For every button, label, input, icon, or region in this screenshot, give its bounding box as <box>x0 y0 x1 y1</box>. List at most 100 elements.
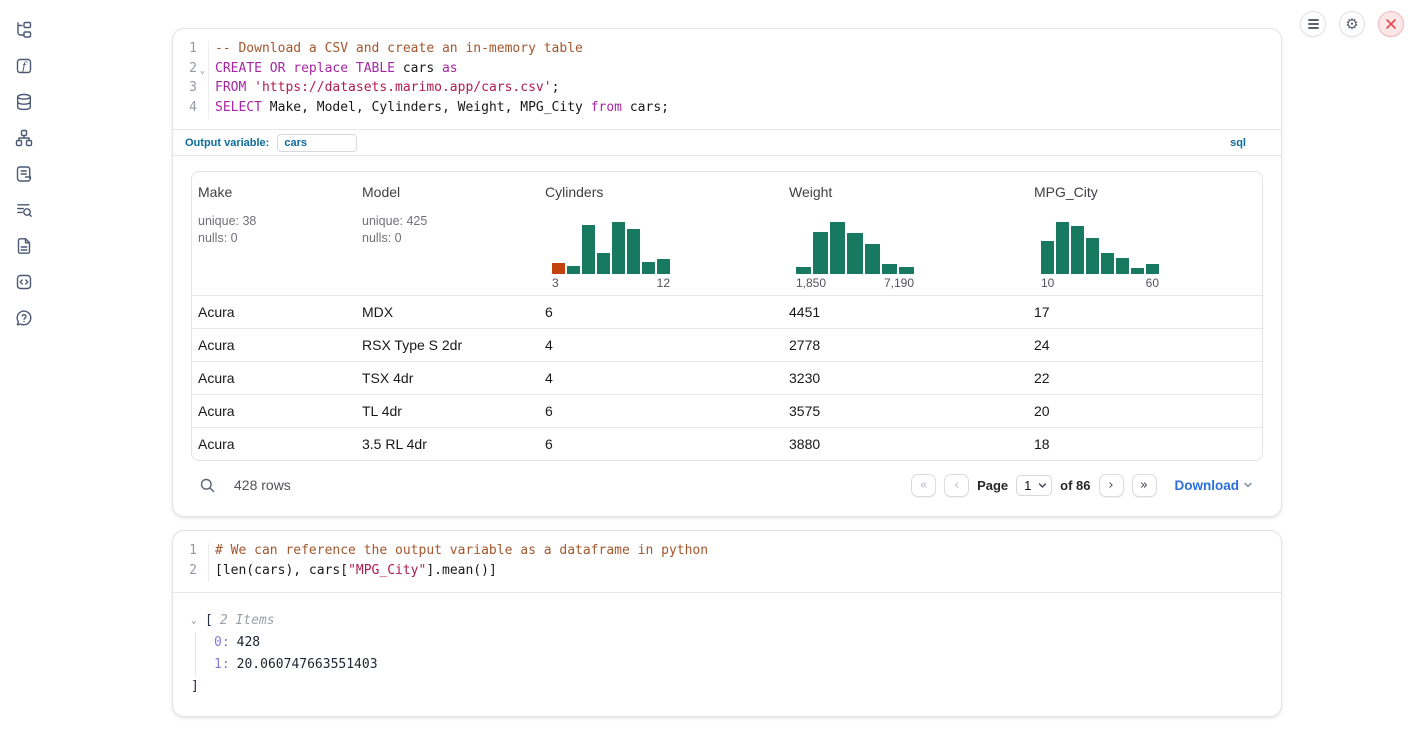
settings-button[interactable]: ⚙ <box>1339 11 1365 37</box>
code-token: ].mean()] <box>426 563 496 578</box>
text-search-icon <box>15 201 33 219</box>
code-line[interactable]: 1# We can reference the output variable … <box>173 543 1281 563</box>
column-stats: unique: 425 nulls: 0 <box>362 213 539 247</box>
column-header-make[interactable]: Make unique: 38 nulls: 0 <box>192 172 356 295</box>
output-variable-input[interactable] <box>277 134 357 152</box>
cell1-code-lines[interactable]: 1-- Download a CSV and create an in-memo… <box>173 29 1281 129</box>
histogram-mpg_city[interactable] <box>1041 222 1159 274</box>
function-icon: f <box>15 57 33 75</box>
histogram-weight[interactable] <box>796 222 914 274</box>
hist-min-label: 10 <box>1041 276 1054 290</box>
hist-bar <box>1101 253 1114 274</box>
code-line[interactable]: 1-- Download a CSV and create an in-memo… <box>173 41 1281 61</box>
download-button[interactable]: Download <box>1175 478 1254 493</box>
column-name: MPG_City <box>1034 184 1262 200</box>
table-cell: 4451 <box>783 304 1028 320</box>
chevron-down-icon <box>1243 480 1253 490</box>
panel-sidebar: f <box>0 0 48 729</box>
last-page-button[interactable]: » <box>1132 474 1157 497</box>
file-explorer-button[interactable] <box>12 18 36 42</box>
hist-bar <box>865 244 880 274</box>
table-cell: Acura <box>192 403 356 419</box>
documentation-button[interactable] <box>12 234 36 258</box>
histogram-cylinders[interactable] <box>552 222 670 274</box>
table-cell: 17 <box>1028 304 1262 320</box>
column-header-mpg-city[interactable]: MPG_City 10 60 <box>1028 172 1262 295</box>
hist-bar <box>567 266 580 274</box>
shutdown-button[interactable] <box>1378 11 1404 37</box>
column-header-model[interactable]: Model unique: 425 nulls: 0 <box>356 172 539 295</box>
hist-bar <box>1116 258 1129 274</box>
first-page-button[interactable]: « <box>911 474 936 497</box>
table-cell: 6 <box>539 403 783 419</box>
unique-count: unique: 38 <box>198 213 356 230</box>
column-header-weight[interactable]: Weight 1,850 7,190 <box>783 172 1028 295</box>
table-row[interactable]: AcuraTSX 4dr4323022 <box>192 361 1262 394</box>
tree-item-index: 0: <box>214 632 230 654</box>
cell2-code-lines[interactable]: 1# We can reference the output variable … <box>173 531 1281 592</box>
code-token: "MPG_City" <box>348 563 426 578</box>
code-line[interactable]: 2[len(cars), cars["MPG_City"].mean()] <box>173 563 1281 583</box>
hist-max-label: 12 <box>657 276 670 290</box>
line-number: 2 <box>187 61 197 76</box>
code-token: [len(cars), cars[ <box>215 563 348 578</box>
table-cell: 18 <box>1028 436 1262 452</box>
tree-root-row: ⌄ [ 2 Items <box>191 610 1281 632</box>
code-text: SELECT Make, Model, Cylinders, Weight, M… <box>215 100 669 115</box>
prev-page-button[interactable]: ‹ <box>944 474 969 497</box>
hist-bar <box>552 263 565 274</box>
hist-bar <box>1071 226 1084 274</box>
data-sources-button[interactable] <box>12 90 36 114</box>
hamburger-menu-icon <box>1308 19 1319 29</box>
outline-button[interactable] <box>12 162 36 186</box>
logs-button[interactable] <box>12 198 36 222</box>
code-token: SELECT <box>215 100 262 115</box>
table-cell: RSX Type S 2dr <box>356 337 539 353</box>
code-line[interactable]: 3FROM 'https://datasets.marimo.app/cars.… <box>173 80 1281 100</box>
table-row[interactable]: AcuraRSX Type S 2dr4277824 <box>192 328 1262 361</box>
code-line[interactable]: 2⌄ CREATE OR replace TABLE cars as <box>173 61 1281 81</box>
table-cell: 24 <box>1028 337 1262 353</box>
snippets-button[interactable] <box>12 270 36 294</box>
search-icon[interactable] <box>199 477 216 494</box>
pagination: « ‹ Page 1 of 86 › » <box>911 474 1156 497</box>
table-row[interactable]: AcuraMDX6445117 <box>192 295 1262 328</box>
histogram-labels: 3 12 <box>552 274 670 295</box>
notebook-menu-button[interactable] <box>1300 11 1326 37</box>
column-name: Weight <box>789 184 1028 200</box>
code-square-icon <box>15 273 33 291</box>
code-token <box>246 80 254 95</box>
fold-chevron-icon[interactable]: ⌄ <box>197 61 209 81</box>
close-icon <box>1385 18 1397 30</box>
code-token: cars <box>395 61 442 76</box>
download-label: Download <box>1175 478 1240 493</box>
fold-spacer <box>197 80 209 100</box>
next-page-button[interactable]: › <box>1099 474 1124 497</box>
table-row[interactable]: Acura3.5 RL 4dr6388018 <box>192 427 1262 460</box>
chevron-down-icon <box>1038 481 1047 490</box>
page-select-value: 1 <box>1024 478 1031 493</box>
dependencies-button[interactable] <box>12 126 36 150</box>
hist-max-label: 60 <box>1146 276 1159 290</box>
code-text: CREATE OR replace TABLE cars as <box>215 61 458 76</box>
table-cell: 6 <box>539 304 783 320</box>
page-select[interactable]: 1 <box>1016 475 1052 496</box>
code-token: ; <box>552 80 560 95</box>
table-row[interactable]: AcuraTL 4dr6357520 <box>192 394 1262 427</box>
help-button[interactable] <box>12 306 36 330</box>
hist-bar <box>597 253 610 274</box>
hist-bar <box>1056 222 1069 274</box>
data-table: Make unique: 38 nulls: 0 Model unique: 4… <box>191 171 1263 461</box>
bracket-open: [ <box>205 610 213 632</box>
fold-spacer <box>197 563 209 583</box>
tree-collapse-icon[interactable]: ⌄ <box>191 610 203 632</box>
dependency-graph-icon <box>15 129 33 147</box>
column-header-cylinders[interactable]: Cylinders 3 12 <box>539 172 783 295</box>
column-stats: unique: 38 nulls: 0 <box>198 213 356 247</box>
null-count: nulls: 0 <box>362 230 539 247</box>
hist-min-label: 1,850 <box>796 276 826 290</box>
language-badge: sql <box>1230 137 1246 149</box>
page-total-label: of 86 <box>1060 478 1090 493</box>
variables-button[interactable]: f <box>12 54 36 78</box>
code-line[interactable]: 4SELECT Make, Model, Cylinders, Weight, … <box>173 100 1281 120</box>
